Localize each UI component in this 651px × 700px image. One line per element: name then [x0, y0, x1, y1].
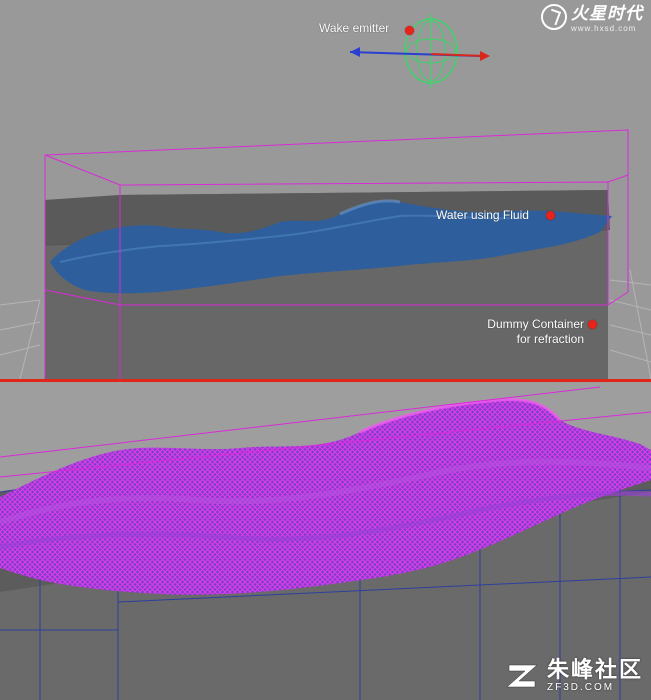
top-viewport[interactable]: Wake emitter Water using Fluid Dummy Con…: [0, 0, 651, 379]
hxsd-logo-url: www.hxsd.com: [571, 24, 637, 33]
zf3d-watermark-title: 朱峰社区: [546, 657, 643, 682]
wake-emitter-marker: [405, 26, 414, 35]
zf3d-watermark-url: ZF3D.COM: [546, 682, 615, 693]
zf3d-watermark: 朱峰社区 ZF3D.COM: [505, 658, 643, 694]
hxsd-logo-title: 火星时代: [571, 4, 643, 23]
wake-emitter-label: Wake emitter: [319, 21, 390, 35]
water-fluid-label: Water using Fluid: [436, 208, 529, 222]
hxsd-logo: 火星时代 www.hxsd.com: [541, 4, 643, 33]
water-fluid-marker: [546, 211, 555, 220]
dummy-container-label-line1: Dummy Container: [487, 317, 584, 331]
screenshot-composite: Wake emitter Water using Fluid Dummy Con…: [0, 0, 651, 700]
bottom-viewport[interactable]: 朱峰社区 ZF3D.COM: [0, 382, 651, 700]
dummy-container-marker: [588, 320, 597, 329]
zf3d-logo-icon: [506, 664, 538, 688]
dummy-container-label: Dummy Container for refraction: [476, 317, 584, 347]
bottom-viewport-canvas: [0, 386, 651, 700]
dummy-container-label-line2: for refraction: [516, 332, 584, 346]
hxsd-logo-icon: [541, 4, 567, 30]
